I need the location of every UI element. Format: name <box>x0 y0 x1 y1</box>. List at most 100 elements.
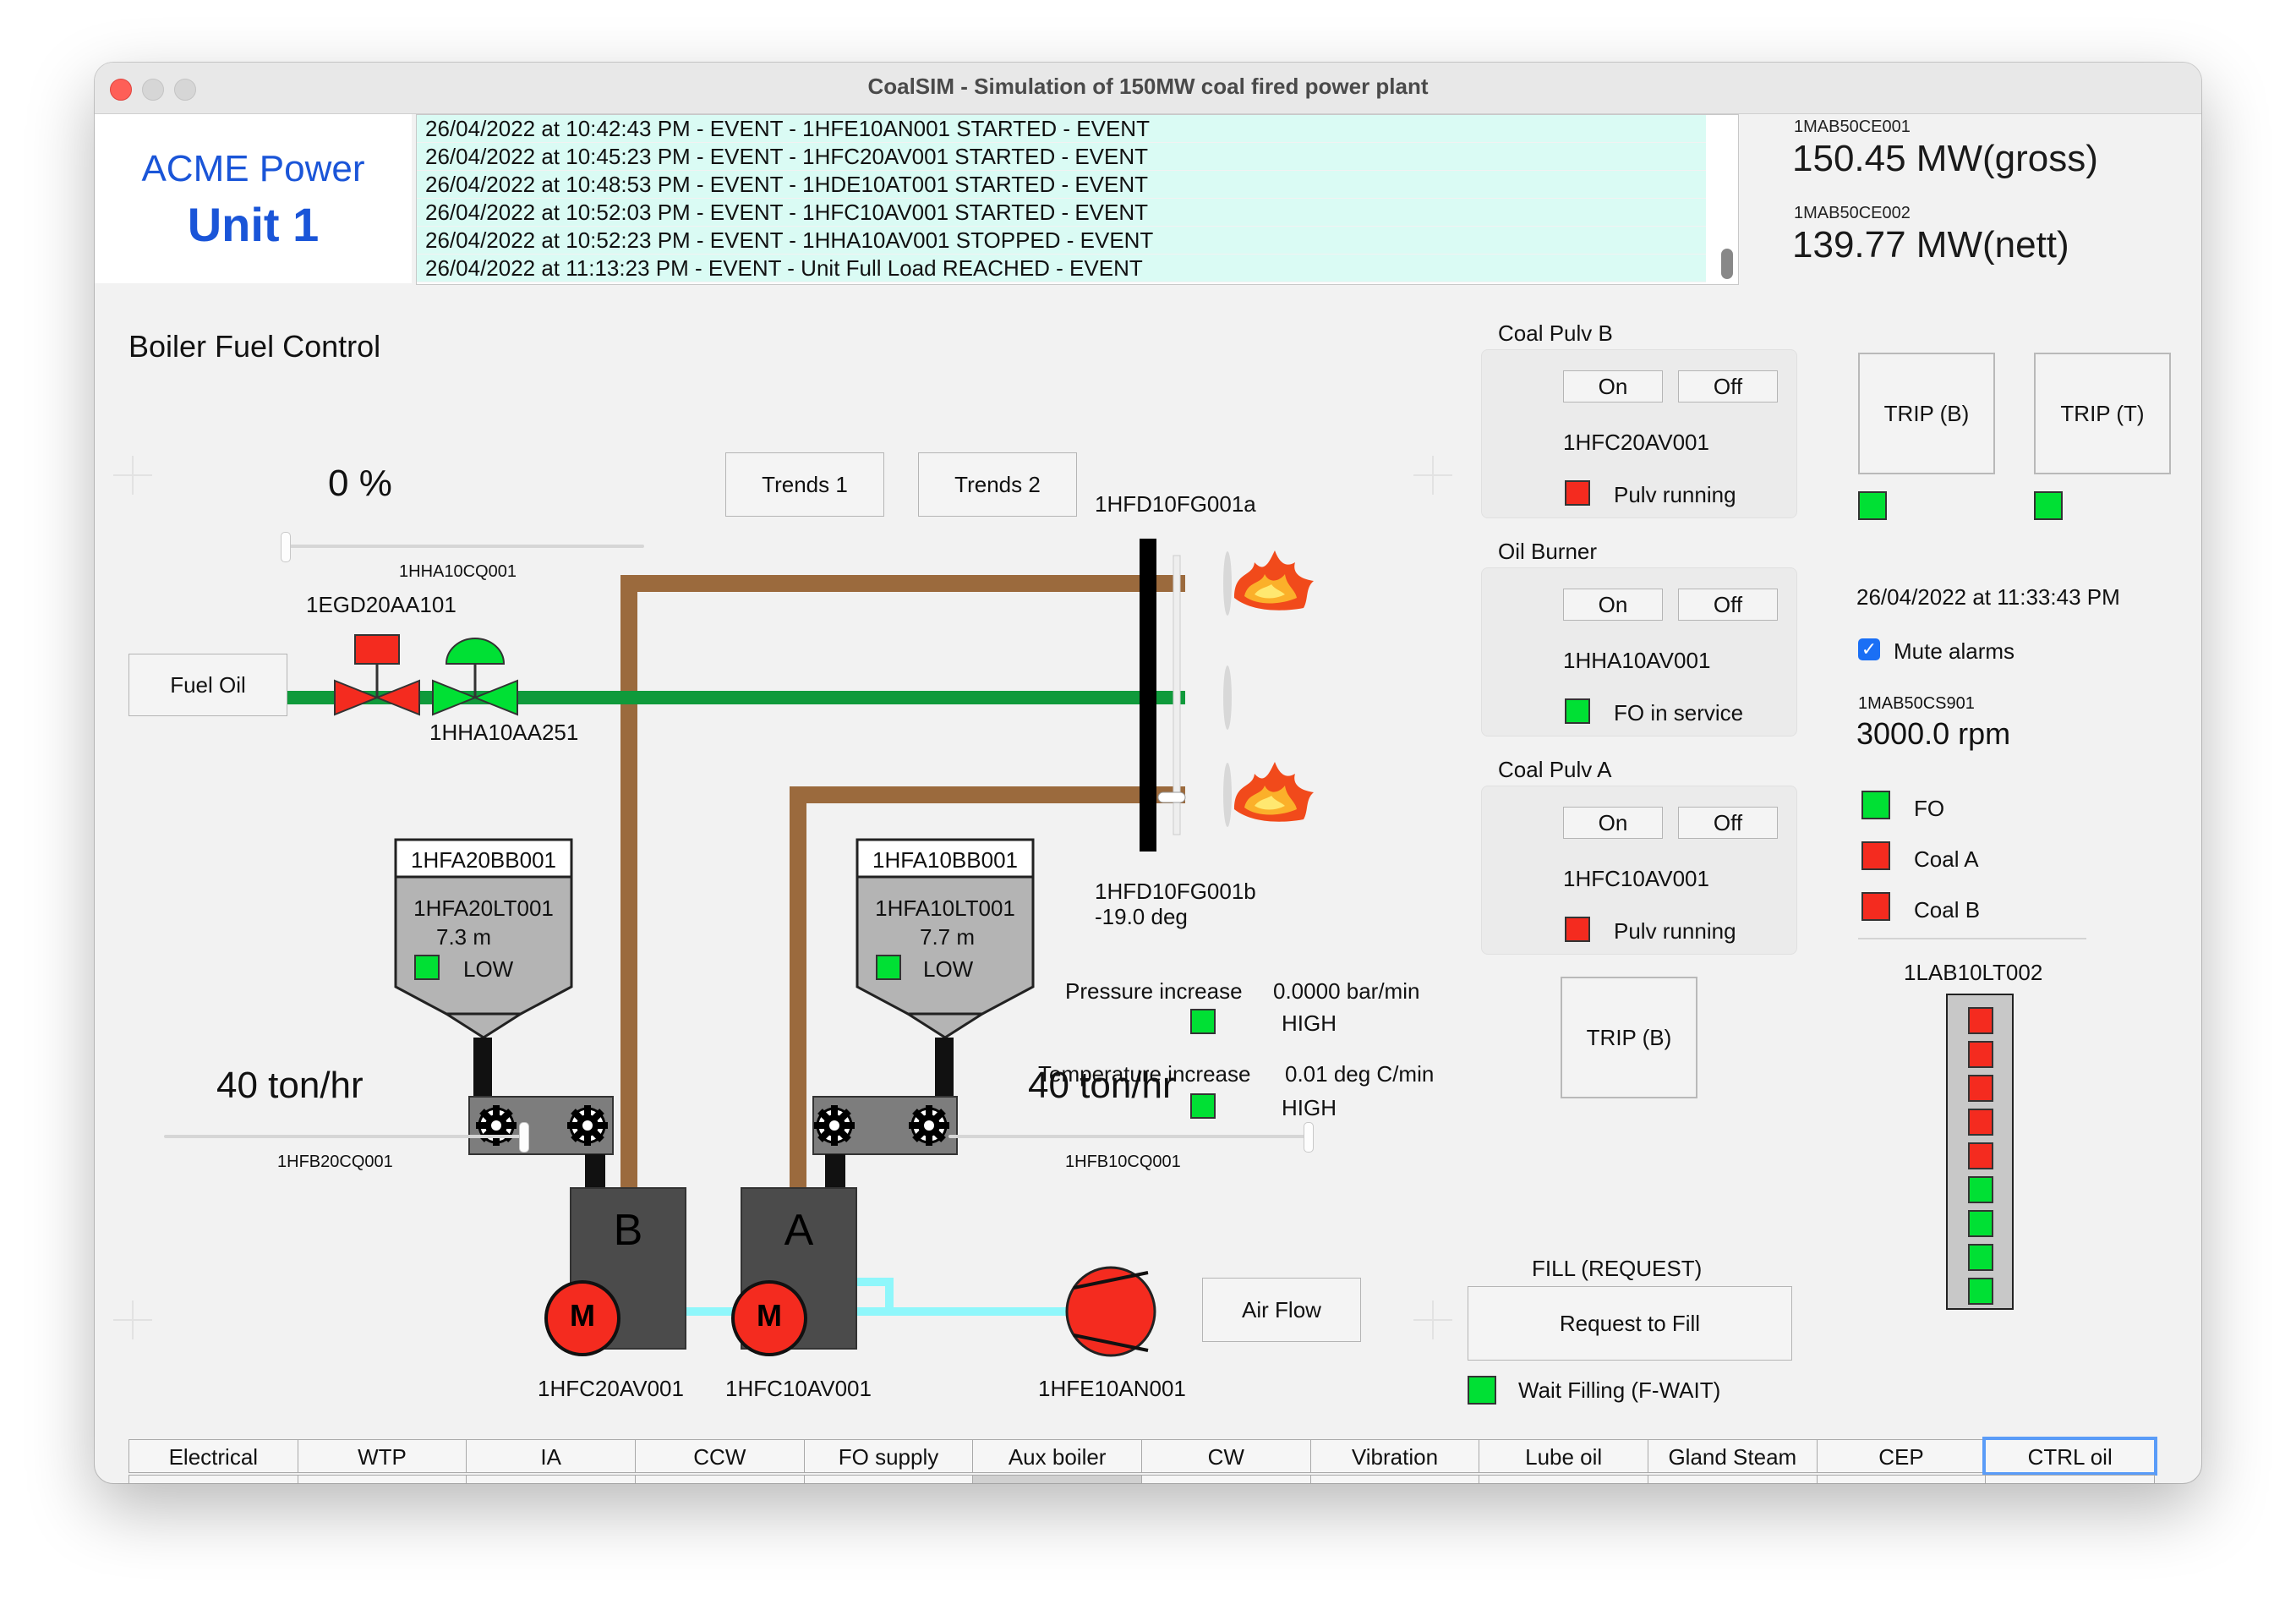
coal-pulv-b-tag: 1HFC20AV001 <box>1563 430 1709 455</box>
level-segment <box>1968 1142 1993 1169</box>
fan-1hfe10an001-icon[interactable] <box>1065 1266 1156 1357</box>
current-datetime: 26/04/2022 at 11:33:43 PM <box>1856 584 2120 610</box>
wait-filling-indicator <box>1468 1376 1496 1405</box>
tab-aux-boiler[interactable]: Aux boiler <box>972 1439 1142 1473</box>
tab-wtp[interactable]: WTP <box>297 1439 467 1473</box>
coal-pulv-a-off-button[interactable]: Off <box>1678 807 1778 839</box>
level-segment <box>1968 1278 1993 1305</box>
tab-ctrl-oil[interactable]: CTRL oil <box>1985 1439 2155 1473</box>
feeder-a-rate: 40 ton/hr <box>1028 1065 1175 1106</box>
oil-burner-on-button[interactable]: On <box>1563 589 1663 621</box>
coal-a-status-indicator <box>1861 841 1890 870</box>
tab-first-out[interactable]: First Out <box>1648 1475 1818 1483</box>
fan-tag: 1HFE10AN001 <box>1038 1376 1186 1401</box>
fuel-oil-slider-track[interactable] <box>281 545 644 548</box>
tab-sootblowing[interactable]: Sootblowing <box>1309 1475 1480 1483</box>
trends-1-button[interactable]: Trends 1 <box>725 452 884 517</box>
tab-cep[interactable]: CEP <box>1816 1439 1987 1473</box>
gross-power-value: 150.45 MW(gross) <box>1792 138 2098 179</box>
tab-steam-drum[interactable]: Steam Drum <box>466 1475 636 1483</box>
coal-a-status-label: Coal A <box>1914 846 1979 872</box>
gear-icon <box>476 1105 517 1146</box>
level-segment <box>1968 1075 1993 1102</box>
tab-electrical[interactable]: Electrical <box>128 1439 298 1473</box>
coal-pulv-b-off-button[interactable]: Off <box>1678 370 1778 402</box>
coal-pulv-a-status-indicator <box>1565 917 1590 942</box>
mill-a-letter: A <box>784 1206 814 1255</box>
gear-icon <box>567 1105 608 1146</box>
feeder-b-slider-tag: 1HFB20CQ001 <box>277 1153 393 1171</box>
level-segment <box>1968 1041 1993 1068</box>
tab-alarms[interactable]: Alarms <box>1479 1475 1648 1483</box>
level-segment <box>1968 1007 1993 1034</box>
coal-pulv-a-title: Coal Pulv A <box>1498 757 1612 782</box>
valve-1-tag: 1EGD20AA101 <box>306 592 456 617</box>
trip-b-button[interactable]: TRIP (B) <box>1858 353 1995 474</box>
tab-summary[interactable]: Summary <box>1816 1475 1987 1483</box>
pressure-increase-value: 0.0000 bar/min <box>1273 978 1420 1004</box>
motor-b-letter[interactable]: M <box>546 1298 619 1333</box>
mute-alarms-checkbox[interactable]: ✓ <box>1858 638 1880 660</box>
tab-fwp[interactable]: FWP <box>1141 1475 1311 1483</box>
valve-2-tag: 1HHA10AA251 <box>429 720 579 745</box>
burner-bottom-angle: -19.0 deg <box>1095 904 1188 929</box>
hopper-b-level: 7.3 m <box>436 924 492 950</box>
window-title: CoalSIM - Simulation of 150MW coal fired… <box>867 74 1429 99</box>
feeder-b-slider-knob[interactable] <box>519 1122 529 1153</box>
motor-a-tag: 1HFC10AV001 <box>725 1376 872 1401</box>
tab-air-flow[interactable]: Air flow <box>635 1475 805 1483</box>
oil-burner-status: FO in service <box>1614 700 1744 726</box>
temperature-high-label: HIGH <box>1282 1095 1337 1120</box>
tab-fo-supply[interactable]: FO supply <box>803 1439 974 1473</box>
hopper-a-level-tag: 1HFA10LT001 <box>875 895 1015 921</box>
request-to-fill-button[interactable]: Request to Fill <box>1468 1286 1792 1361</box>
event-log-scrollbar[interactable] <box>1721 249 1733 279</box>
fuel-oil-percent: 0 % <box>328 463 392 504</box>
coal-pulv-a-tag: 1HFC10AV001 <box>1563 866 1709 891</box>
mute-alarms-label[interactable]: Mute alarms <box>1894 638 2014 665</box>
trip-t-indicator <box>2034 491 2063 520</box>
oil-burner-title: Oil Burner <box>1498 539 1598 564</box>
pressure-increase-label: Pressure increase <box>1065 978 1243 1004</box>
fuel-oil-button[interactable]: Fuel Oil <box>128 654 287 716</box>
gear-icon <box>909 1105 949 1146</box>
temperature-increase-value: 0.01 deg C/min <box>1285 1061 1435 1087</box>
level-segment <box>1968 1176 1993 1203</box>
wait-filling-label: Wait Filling (F-WAIT) <box>1518 1377 1721 1403</box>
trip-t-button[interactable]: TRIP (T) <box>2034 353 2171 474</box>
tab-vibration[interactable]: Vibration <box>1309 1439 1480 1473</box>
tab-gland-steam[interactable]: Gland Steam <box>1648 1439 1818 1473</box>
tab-cw[interactable]: CW <box>1141 1439 1311 1473</box>
oil-burner-off-button[interactable]: Off <box>1678 589 1778 621</box>
level-gauge-tag: 1LAB10LT002 <box>1904 960 2043 985</box>
feeder-a-slider-knob[interactable] <box>1304 1122 1314 1153</box>
tab-ccw[interactable]: CCW <box>635 1439 805 1473</box>
level-segment <box>1968 1210 1993 1237</box>
tab-esp[interactable]: ESP <box>803 1475 974 1483</box>
trends-2-button[interactable]: Trends 2 <box>918 452 1077 517</box>
coal-pulv-b-status-indicator <box>1565 480 1590 506</box>
feeder-b-slider-track[interactable] <box>164 1135 528 1138</box>
coal-pulv-b-on-button[interactable]: On <box>1563 370 1663 402</box>
nett-power-tag: 1MAB50CE002 <box>1794 204 1911 222</box>
level-segment <box>1968 1109 1993 1136</box>
fuel-oil-slider-knob[interactable] <box>281 532 291 562</box>
trip-b-mid-button[interactable]: TRIP (B) <box>1561 977 1697 1098</box>
coal-pulv-a-status: Pulv running <box>1614 918 1736 944</box>
title-bar: CoalSIM - Simulation of 150MW coal fired… <box>95 63 2201 114</box>
tab-ia[interactable]: IA <box>466 1439 636 1473</box>
tab-fuel[interactable]: Fuel <box>972 1475 1142 1483</box>
air-flow-button[interactable]: Air Flow <box>1202 1278 1361 1342</box>
coal-pulv-b-group: On Off 1HFC20AV001 Pulv running <box>1481 349 1797 518</box>
tab-generator[interactable]: Generator <box>297 1475 467 1483</box>
tab-about[interactable]: About <box>1985 1475 2155 1483</box>
coal-pulv-a-on-button[interactable]: On <box>1563 807 1663 839</box>
coal-b-status-label: Coal B <box>1914 897 1981 923</box>
feeder-a-slider-track[interactable] <box>948 1135 1312 1138</box>
pressure-high-indicator <box>1190 1009 1216 1034</box>
motor-a-letter[interactable]: M <box>733 1298 806 1333</box>
tab-turbine[interactable]: Turbine <box>128 1475 298 1483</box>
hopper-b-low-label: LOW <box>463 956 514 982</box>
pressure-high-label: HIGH <box>1282 1010 1337 1036</box>
tab-lube-oil[interactable]: Lube oil <box>1479 1439 1648 1473</box>
